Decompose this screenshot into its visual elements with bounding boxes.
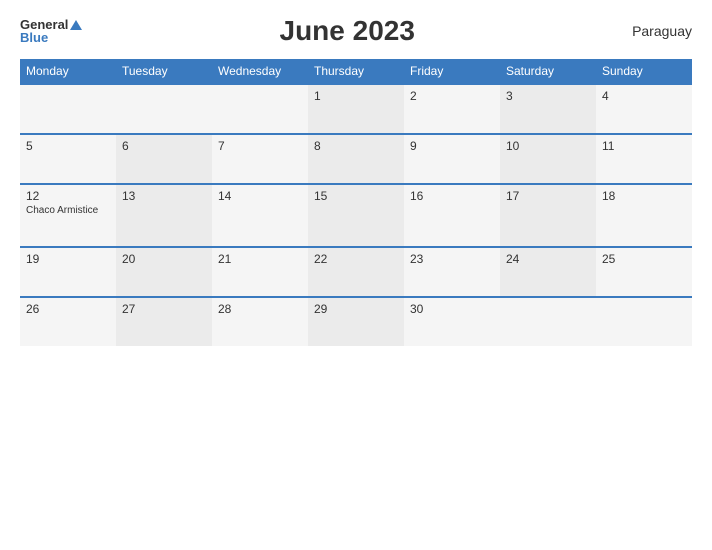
day-number: 9 [410, 139, 417, 153]
calendar-cell [596, 297, 692, 346]
day-number: 21 [218, 252, 231, 266]
calendar-cell: 13 [116, 184, 212, 247]
calendar-cell [212, 84, 308, 134]
day-number: 8 [314, 139, 321, 153]
calendar-cell: 21 [212, 247, 308, 297]
day-number: 27 [122, 302, 135, 316]
calendar-cell: 5 [20, 134, 116, 184]
calendar-cell: 25 [596, 247, 692, 297]
calendar-cell [116, 84, 212, 134]
calendar-cell: 28 [212, 297, 308, 346]
day-number: 2 [410, 89, 417, 103]
week-row-4: 19 20 21 22 23 24 25 [20, 247, 692, 297]
calendar-cell: 29 [308, 297, 404, 346]
week-row-3: 12 Chaco Armistice 13 14 15 16 17 18 [20, 184, 692, 247]
calendar-table: MondayTuesdayWednesdayThursdayFridaySatu… [20, 59, 692, 346]
calendar-container: General Blue June 2023 Paraguay MondayTu… [0, 0, 712, 550]
calendar-cell [20, 84, 116, 134]
calendar-cell: 4 [596, 84, 692, 134]
calendar-cell: 8 [308, 134, 404, 184]
day-number: 7 [218, 139, 225, 153]
month-title: June 2023 [82, 15, 612, 47]
day-number: 19 [26, 252, 39, 266]
event-label: Chaco Armistice [26, 205, 110, 216]
calendar-cell: 26 [20, 297, 116, 346]
calendar-cell: 6 [116, 134, 212, 184]
day-header-wednesday: Wednesday [212, 59, 308, 84]
calendar-cell: 3 [500, 84, 596, 134]
day-header-saturday: Saturday [500, 59, 596, 84]
day-number: 17 [506, 189, 519, 203]
day-number: 28 [218, 302, 231, 316]
day-number: 13 [122, 189, 135, 203]
calendar-cell: 19 [20, 247, 116, 297]
day-number: 14 [218, 189, 231, 203]
calendar-cell: 24 [500, 247, 596, 297]
calendar-cell: 11 [596, 134, 692, 184]
logo-blue-text: Blue [20, 31, 48, 44]
day-number: 25 [602, 252, 615, 266]
calendar-cell: 16 [404, 184, 500, 247]
day-number: 10 [506, 139, 519, 153]
day-number: 24 [506, 252, 519, 266]
calendar-cell: 22 [308, 247, 404, 297]
calendar-cell: 18 [596, 184, 692, 247]
calendar-cell: 9 [404, 134, 500, 184]
calendar-cell: 7 [212, 134, 308, 184]
day-header-friday: Friday [404, 59, 500, 84]
day-header-monday: Monday [20, 59, 116, 84]
day-number: 18 [602, 189, 615, 203]
day-number: 11 [602, 139, 614, 153]
calendar-cell: 20 [116, 247, 212, 297]
day-number: 6 [122, 139, 129, 153]
day-number: 30 [410, 302, 423, 316]
calendar-cell: 2 [404, 84, 500, 134]
logo: General Blue [20, 18, 82, 44]
week-row-5: 26 27 28 29 30 [20, 297, 692, 346]
calendar-cell: 12 Chaco Armistice [20, 184, 116, 247]
day-header-sunday: Sunday [596, 59, 692, 84]
day-number: 23 [410, 252, 423, 266]
calendar-cell: 30 [404, 297, 500, 346]
days-header-row: MondayTuesdayWednesdayThursdayFridaySatu… [20, 59, 692, 84]
day-number: 15 [314, 189, 327, 203]
calendar-cell: 1 [308, 84, 404, 134]
day-number: 12 [26, 189, 39, 203]
calendar-header: General Blue June 2023 Paraguay [20, 15, 692, 47]
day-number: 20 [122, 252, 135, 266]
day-number: 4 [602, 89, 609, 103]
day-number: 3 [506, 89, 513, 103]
calendar-cell: 14 [212, 184, 308, 247]
country-label: Paraguay [612, 23, 692, 39]
calendar-cell [500, 297, 596, 346]
day-number: 26 [26, 302, 39, 316]
day-header-thursday: Thursday [308, 59, 404, 84]
day-header-tuesday: Tuesday [116, 59, 212, 84]
day-number: 16 [410, 189, 423, 203]
day-number: 5 [26, 139, 33, 153]
week-row-2: 5 6 7 8 9 10 11 [20, 134, 692, 184]
calendar-cell: 17 [500, 184, 596, 247]
calendar-cell: 15 [308, 184, 404, 247]
week-row-1: 1 2 3 4 [20, 84, 692, 134]
calendar-cell: 10 [500, 134, 596, 184]
logo-triangle-icon [70, 20, 82, 30]
calendar-cell: 23 [404, 247, 500, 297]
calendar-cell: 27 [116, 297, 212, 346]
day-number: 22 [314, 252, 327, 266]
day-number: 29 [314, 302, 327, 316]
day-number: 1 [314, 89, 321, 103]
